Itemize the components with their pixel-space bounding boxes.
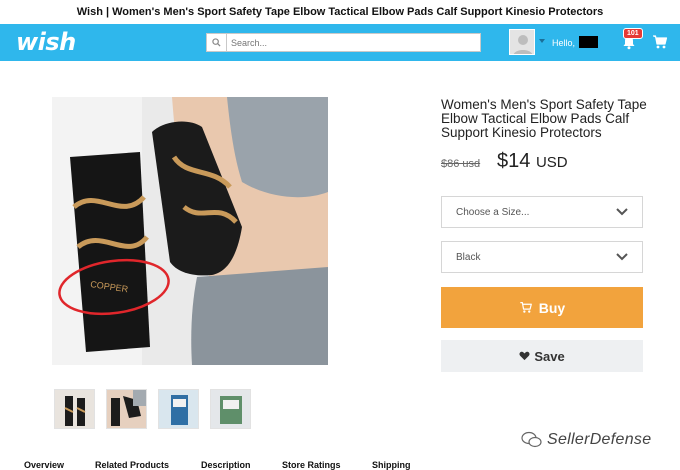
cart-icon	[520, 302, 532, 313]
thumbnail-image[interactable]	[158, 389, 199, 429]
heart-icon	[519, 351, 530, 361]
wish-logo[interactable]: wish	[16, 28, 76, 56]
current-price: $14 USD	[497, 150, 568, 173]
price-currency: USD	[535, 154, 568, 171]
notification-badge: 101	[623, 28, 643, 39]
original-price: $86 usd	[441, 158, 481, 170]
buy-button[interactable]: Buy	[441, 287, 643, 328]
search-input[interactable]	[226, 33, 481, 52]
tab-related-products[interactable]: Related Products	[95, 460, 169, 470]
tab-store-ratings[interactable]: Store Ratings	[282, 460, 341, 470]
size-select[interactable]: Choose a Size...	[441, 196, 643, 228]
redacted-username	[579, 36, 598, 48]
size-select-label: Choose a Size...	[456, 206, 530, 218]
thumbnail-image[interactable]	[54, 389, 95, 429]
page-title: Wish | Women's Men's Sport Safety Tape E…	[0, 0, 680, 24]
watermark: SellerDefense	[521, 431, 651, 449]
cart-icon[interactable]	[652, 34, 668, 50]
tab-shipping[interactable]: Shipping	[372, 460, 411, 470]
save-button-label: Save	[534, 348, 565, 364]
save-button[interactable]: Save	[441, 340, 643, 372]
product-title: Women's Men's Sport Safety Tape Elbow Ta…	[441, 97, 647, 140]
thumbnail-image[interactable]	[210, 389, 251, 429]
buy-button-label: Buy	[538, 299, 566, 316]
chevron-down-icon	[616, 253, 628, 261]
tab-description[interactable]: Description	[201, 460, 251, 470]
watermark-text: SellerDefense	[547, 431, 652, 448]
thumbnail-image[interactable]	[106, 389, 147, 429]
color-select-label: Black	[456, 251, 481, 263]
chevron-down-icon	[616, 208, 628, 216]
site-header: wish Hello, 101	[0, 24, 680, 61]
search-icon[interactable]	[206, 33, 226, 52]
product-tabs: Overview Related Products Description St…	[0, 460, 680, 470]
color-select[interactable]: Black	[441, 241, 643, 273]
wechat-logo-icon	[521, 431, 542, 448]
user-greeting[interactable]: Hello,	[552, 38, 575, 48]
product-main-image[interactable]: COPPER	[52, 97, 328, 365]
thumbnail-strip	[54, 389, 251, 429]
price-amount: $14	[497, 150, 531, 172]
tab-overview[interactable]: Overview	[24, 460, 64, 470]
avatar[interactable]	[509, 29, 535, 55]
chevron-down-icon[interactable]	[539, 39, 545, 43]
